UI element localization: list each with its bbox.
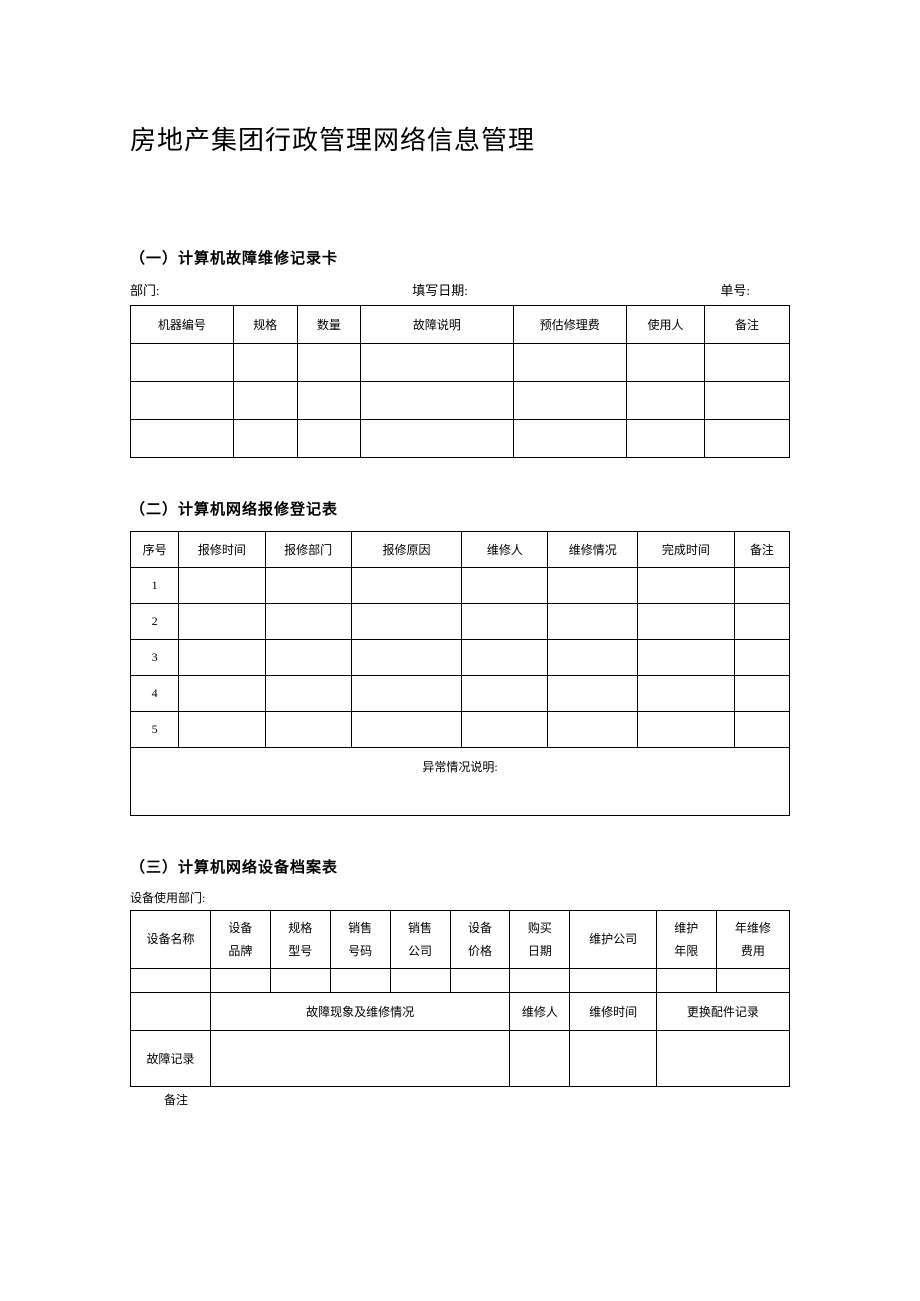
col-remark: 备注: [704, 306, 789, 344]
section1-title: （一）计算机故障维修记录卡: [130, 247, 790, 268]
seq-cell: 2: [131, 604, 179, 640]
col-equip-name: 设备名称: [131, 911, 211, 969]
col-annual-fee: 年维修费用: [716, 911, 789, 969]
col-sale-company: 销售公司: [390, 911, 450, 969]
col-repair-status: 维修情况: [548, 532, 638, 568]
table-row: [131, 382, 790, 420]
col-est-cost: 预估修理费: [513, 306, 626, 344]
table-row: 3: [131, 640, 790, 676]
col-report-dept: 报修部门: [265, 532, 351, 568]
section-fault-repair-card: （一）计算机故障维修记录卡 部门: 填写日期: 单号: 机器编号 规格 数量 故…: [130, 247, 790, 458]
table-header-row: 设备名称 设备品牌 规格型号 销售号码 销售公司 设备价格 购买日期 维护公司 …: [131, 911, 790, 969]
seq-cell: 4: [131, 676, 179, 712]
seq-cell: 1: [131, 568, 179, 604]
col-equip-brand: 设备品牌: [210, 911, 270, 969]
col-machine-no: 机器编号: [131, 306, 234, 344]
section-equipment-archive: （三）计算机网络设备档案表 设备使用部门: 设备名称 设备品牌 规格型号 销售号…: [130, 856, 790, 1108]
table-sub-header-row: 故障现象及维修情况 维修人 维修时间 更换配件记录: [131, 993, 790, 1031]
table-row: [131, 344, 790, 382]
empty-cell: [131, 993, 211, 1031]
col-fault-status: 故障现象及维修情况: [210, 993, 510, 1031]
exception-desc: 异常情况说明:: [131, 748, 790, 816]
col-equip-price: 设备价格: [450, 911, 510, 969]
dept-label: 部门:: [130, 280, 337, 299]
date-label: 填写日期:: [337, 280, 544, 299]
section3-title: （三）计算机网络设备档案表: [130, 856, 790, 877]
section1-meta: 部门: 填写日期: 单号:: [130, 280, 790, 299]
col-sub-repair-time: 维修时间: [570, 993, 657, 1031]
document-title: 房地产集团行政管理网络信息管理: [130, 120, 790, 157]
table-row: [131, 420, 790, 458]
equipment-dept-label: 设备使用部门:: [130, 889, 790, 906]
col-report-reason: 报修原因: [351, 532, 461, 568]
col-qty: 数量: [297, 306, 361, 344]
table-header-row: 序号 报修时间 报修部门 报修原因 维修人 维修情况 完成时间 备注: [131, 532, 790, 568]
table-row: 4: [131, 676, 790, 712]
col-buy-date: 购买日期: [510, 911, 570, 969]
section2-title: （二）计算机网络报修登记表: [130, 498, 790, 519]
col-spec-model: 规格型号: [270, 911, 330, 969]
table-row: 2: [131, 604, 790, 640]
section-repair-register: （二）计算机网络报修登记表 序号 报修时间 报修部门 报修原因 维修人 维修情况…: [130, 498, 790, 816]
seq-cell: 5: [131, 712, 179, 748]
col-spec: 规格: [233, 306, 297, 344]
table-header-row: 机器编号 规格 数量 故障说明 预估修理费 使用人 备注: [131, 306, 790, 344]
col-maint-years: 维护年限: [656, 911, 716, 969]
remark-label: 备注: [130, 1091, 790, 1108]
col-parts-record: 更换配件记录: [656, 993, 789, 1031]
col-fault-desc: 故障说明: [361, 306, 513, 344]
sheet-label: 单号:: [543, 280, 790, 299]
table-fault-repair: 机器编号 规格 数量 故障说明 预估修理费 使用人 备注: [130, 305, 790, 458]
col-seq: 序号: [131, 532, 179, 568]
table-repair-register: 序号 报修时间 报修部门 报修原因 维修人 维修情况 完成时间 备注 1 2 3…: [130, 531, 790, 816]
table-row: 1: [131, 568, 790, 604]
col-report-time: 报修时间: [179, 532, 265, 568]
col-finish-time: 完成时间: [638, 532, 735, 568]
col-repairer: 维修人: [462, 532, 548, 568]
col-sub-repairer: 维修人: [510, 993, 570, 1031]
table-row: [131, 969, 790, 993]
col-sale-no: 销售号码: [330, 911, 390, 969]
col-remark: 备注: [734, 532, 789, 568]
col-maint-company: 维护公司: [570, 911, 657, 969]
table-row: 5: [131, 712, 790, 748]
col-user: 使用人: [626, 306, 704, 344]
seq-cell: 3: [131, 640, 179, 676]
table-equipment-archive: 设备名称 设备品牌 规格型号 销售号码 销售公司 设备价格 购买日期 维护公司 …: [130, 910, 790, 1087]
row-fault-record-label: 故障记录: [131, 1031, 211, 1087]
table-row: 故障记录: [131, 1031, 790, 1087]
table-footer-row: 异常情况说明:: [131, 748, 790, 816]
